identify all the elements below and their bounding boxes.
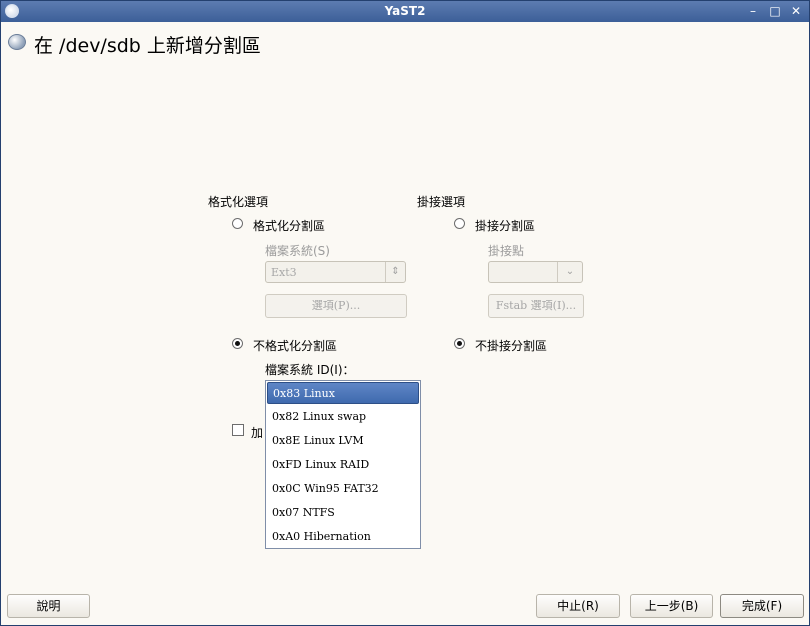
list-item[interactable]: 0x07 NTFS <box>267 502 419 524</box>
fsid-label: 檔案系統 ID(I)： <box>265 363 355 377</box>
yast-window: YaST2 – □ ✕ 在 /dev/sdb 上新增分割區 格式化選項 格式化分… <box>0 0 810 626</box>
list-item[interactable]: 0x82 Linux swap <box>267 406 419 428</box>
list-item[interactable]: 0x83 Linux <box>267 382 419 404</box>
finish-button[interactable]: 完成(F) <box>720 594 804 618</box>
fsid-dropdown-list[interactable]: 0x83 Linux 0x82 Linux swap 0x8E Linux LV… <box>265 380 421 549</box>
maximize-icon[interactable]: □ <box>767 3 783 19</box>
updown-arrows-icon: ⇕ <box>385 262 405 282</box>
title-bar[interactable]: YaST2 – □ ✕ <box>1 1 809 22</box>
filesystem-value: Ext3 <box>271 266 297 279</box>
no-mount-radio[interactable] <box>454 338 465 349</box>
no-mount-label: 不掛接分割區 <box>475 339 548 353</box>
encrypt-label: 加 <box>251 426 264 440</box>
mountpoint-combo[interactable]: ⌄ <box>488 261 583 283</box>
list-item[interactable]: 0xFD Linux RAID <box>267 454 419 476</box>
encrypt-checkbox[interactable] <box>232 424 244 436</box>
format-partition-label: 格式化分割區 <box>253 219 326 233</box>
abort-button[interactable]: 中止(R) <box>536 594 620 618</box>
no-format-label: 不格式化分割區 <box>253 339 338 353</box>
format-partition-radio[interactable] <box>232 218 243 229</box>
yast-disk-icon <box>8 34 26 50</box>
format-options-title: 格式化選項 <box>208 195 269 209</box>
minimize-icon[interactable]: – <box>745 3 761 19</box>
back-button[interactable]: 上一步(B) <box>630 594 713 618</box>
mount-partition-radio[interactable] <box>454 218 465 229</box>
list-item[interactable]: 0x8E Linux LVM <box>267 430 419 452</box>
window-title: YaST2 <box>384 4 426 18</box>
close-icon[interactable]: ✕ <box>788 3 804 19</box>
mountpoint-label: 掛接點 <box>488 244 525 258</box>
page-title: 在 /dev/sdb 上新增分割區 <box>34 35 261 57</box>
help-button[interactable]: 說明 <box>7 594 90 618</box>
list-item[interactable]: 0xA0 Hibernation <box>267 526 419 548</box>
list-item[interactable]: 0x0C Win95 FAT32 <box>267 478 419 500</box>
filesystem-label: 檔案系統(S) <box>265 244 330 258</box>
mount-options-title: 掛接選項 <box>417 195 466 209</box>
chevron-down-icon: ⌄ <box>557 262 582 282</box>
mount-partition-label: 掛接分割區 <box>475 219 536 233</box>
filesystem-combo[interactable]: Ext3 ⇕ <box>265 261 406 283</box>
fstab-options-button[interactable]: Fstab 選項(I)... <box>488 294 584 318</box>
no-format-radio[interactable] <box>232 338 243 349</box>
format-options-button[interactable]: 選項(P)... <box>265 294 407 318</box>
